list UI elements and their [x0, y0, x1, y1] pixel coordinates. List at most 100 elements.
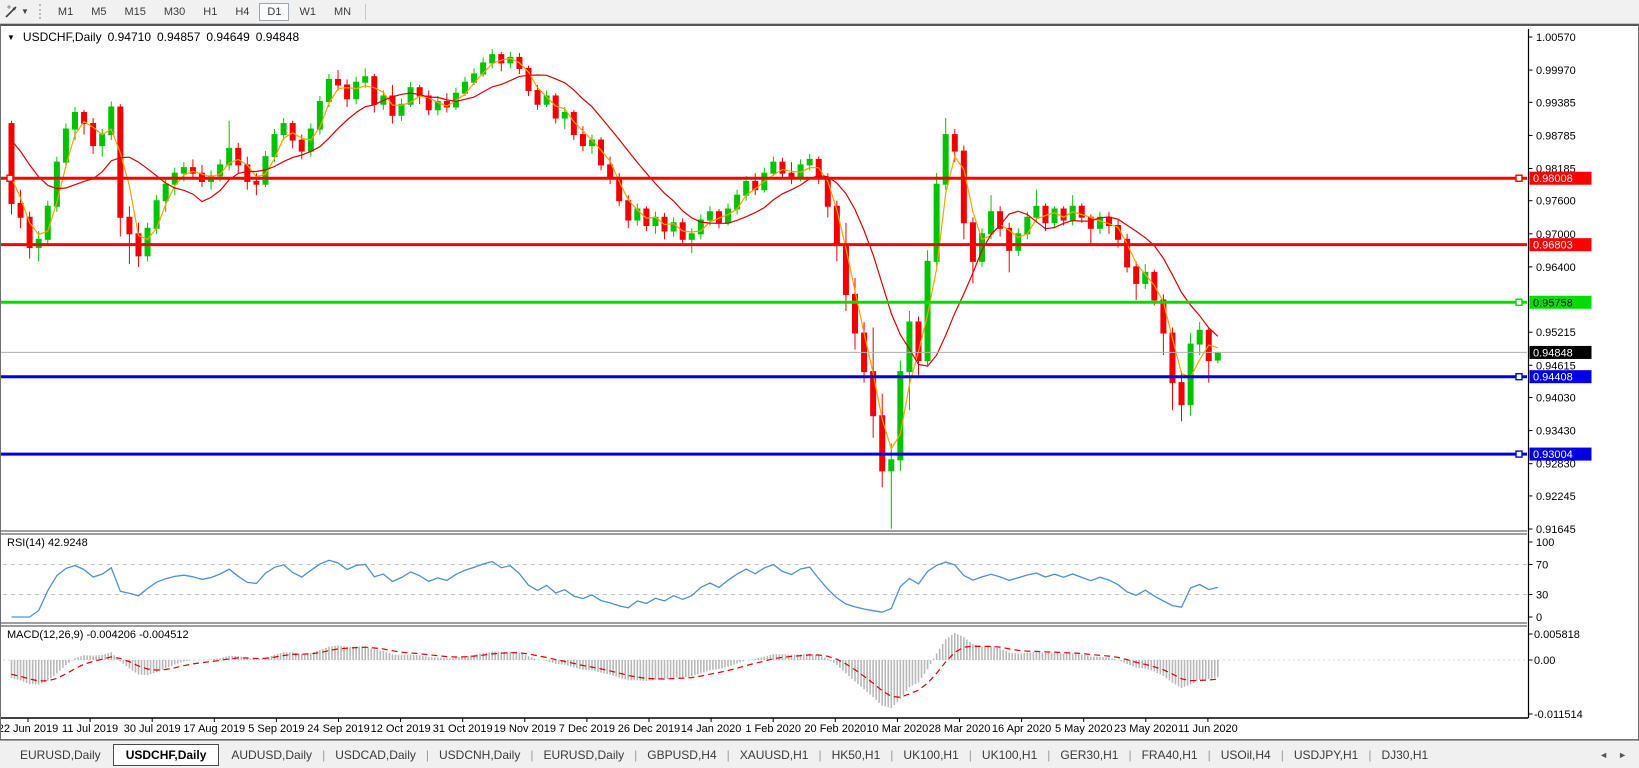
- svg-text:0.93004: 0.93004: [1533, 449, 1573, 461]
- svg-text:22 Jun 2019: 22 Jun 2019: [1, 723, 58, 735]
- tab-scroll-right-icon[interactable]: ►: [1618, 750, 1627, 760]
- ohlc-open: 0.94710: [107, 30, 151, 44]
- chart-tab-hk50-h1-8[interactable]: HK50,H1: [822, 744, 891, 766]
- svg-text:0.91645: 0.91645: [1536, 524, 1576, 536]
- crosshair-cursor-icon: [5, 5, 17, 18]
- macd-indicator-label: MACD(12,26,9) -0.004206 -0.004512: [7, 629, 189, 641]
- hline-price-label-0.96803: 0.96803: [1529, 238, 1592, 252]
- svg-text:0.96803: 0.96803: [1533, 240, 1573, 252]
- symbol-period-label: USDCHF,Daily: [22, 30, 102, 44]
- svg-text:5 May 2020: 5 May 2020: [1055, 723, 1112, 735]
- chart-tab-ger30-h1-11[interactable]: GER30,H1: [1050, 744, 1128, 766]
- svg-text:0.98785: 0.98785: [1536, 130, 1576, 142]
- svg-text:100: 100: [1536, 537, 1554, 549]
- chart-tab-usdcnh-daily-4[interactable]: USDCNH,Daily: [429, 744, 530, 766]
- hline-0.93004[interactable]: [1, 450, 1527, 458]
- svg-text:11 Jul 2019: 11 Jul 2019: [62, 723, 118, 735]
- collapse-triangle-icon[interactable]: ▼: [7, 33, 15, 42]
- ma-fast-line: [10, 57, 1218, 451]
- toolbar: ▼ M1 M5 M15 M30 H1 H4 D1 W1 MN: [0, 0, 1639, 24]
- svg-text:24 Sep 2019: 24 Sep 2019: [307, 723, 369, 735]
- ohlc-high: 0.94857: [157, 30, 201, 44]
- date-axis: 22 Jun 2019 11 Jul 2019 30 Jul 2019 17 Aug …: [1, 718, 1238, 735]
- svg-text:14 Jan 2020: 14 Jan 2020: [681, 723, 742, 735]
- svg-text:23 May 2020: 23 May 2020: [1114, 723, 1178, 735]
- svg-text:1.00570: 1.00570: [1536, 32, 1576, 44]
- svg-text:10 Mar 2020: 10 Mar 2020: [867, 723, 929, 735]
- chart-tab-fra40-h1-12[interactable]: FRA40,H1: [1132, 744, 1208, 766]
- ohlc-low: 0.94649: [206, 30, 250, 44]
- chart-tab-usoil-h4-13[interactable]: USOil,H4: [1211, 744, 1281, 766]
- chart-title: ▼ USDCHF,Daily 0.94710 0.94857 0.94649 0…: [7, 30, 299, 44]
- svg-text:30 Jul 2019: 30 Jul 2019: [124, 723, 181, 735]
- timeframe-button-m1[interactable]: M1: [50, 3, 81, 21]
- svg-text:0.94408: 0.94408: [1533, 372, 1573, 384]
- timeframe-button-h1[interactable]: H1: [195, 3, 225, 21]
- tab-scroll-left-icon[interactable]: ◄: [1599, 750, 1608, 760]
- current-price-label: 0.94848: [1529, 345, 1592, 359]
- cursor-tool-button[interactable]: ▼: [2, 3, 35, 20]
- rsi-indicator-label: RSI(14) 42.9248: [7, 537, 88, 549]
- svg-text:0.92245: 0.92245: [1536, 491, 1576, 503]
- timeframe-button-m5[interactable]: M5: [83, 3, 114, 21]
- svg-text:11 Jun 2020: 11 Jun 2020: [1178, 723, 1238, 735]
- hline-price-label-0.94408: 0.94408: [1529, 370, 1592, 384]
- svg-text:5 Sep 2019: 5 Sep 2019: [248, 723, 304, 735]
- svg-text:16 Apr 2020: 16 Apr 2020: [992, 723, 1051, 735]
- macd-pane: 0.005818 0.00 -0.011514: [3, 629, 1583, 721]
- chart-tab-uk100-h1-10[interactable]: UK100,H1: [972, 744, 1047, 766]
- chart-canvas[interactable]: 1.005700.999700.993850.987850.981850.976…: [1, 26, 1639, 738]
- tab-scroll-arrows: ◄ ►: [1599, 750, 1635, 760]
- chart-tab-usdchf-daily-1[interactable]: USDCHF,Daily: [112, 743, 220, 766]
- toolbar-separator: [365, 3, 367, 20]
- hline-price-label-0.93004: 0.93004: [1529, 447, 1592, 461]
- svg-text:7 Dec 2019: 7 Dec 2019: [559, 723, 615, 735]
- pane-frames: [1, 29, 1530, 719]
- svg-text:70: 70: [1536, 560, 1548, 572]
- chart-tabs: EURUSD,Daily USDCHF,Daily AUDUSD,Daily | USD…: [10, 741, 1438, 768]
- svg-text:28 Mar 2020: 28 Mar 2020: [929, 723, 991, 735]
- hline-0.94408[interactable]: [1, 372, 1527, 381]
- chart-tab-usdcad-daily-3[interactable]: USDCAD,Daily: [325, 744, 426, 766]
- tab-bar: EURUSD,Daily USDCHF,Daily AUDUSD,Daily | USD…: [0, 740, 1639, 768]
- svg-text:1 Feb 2020: 1 Feb 2020: [745, 723, 801, 735]
- svg-text:19 Nov 2019: 19 Nov 2019: [494, 723, 556, 735]
- chevron-down-icon[interactable]: ▼: [21, 7, 29, 16]
- svg-text:0.96400: 0.96400: [1536, 262, 1576, 274]
- application-window: ▼ M1 M5 M15 M30 H1 H4 D1 W1 MN 1.00570 0.99970 0.9…: [0, 0, 1639, 768]
- candles-layer: [8, 49, 1221, 529]
- timeframe-button-m15[interactable]: M15: [116, 3, 153, 21]
- hline-0.95758[interactable]: [1, 298, 1527, 306]
- svg-text:0.94848: 0.94848: [1533, 347, 1573, 359]
- timeframe-button-d1[interactable]: D1: [259, 2, 290, 21]
- chart-tab-gbpusd-h4-6[interactable]: GBPUSD,H4: [637, 744, 726, 766]
- ohlc-close: 0.94848: [255, 30, 300, 44]
- toolbar-grip: [38, 4, 44, 19]
- rsi-pane: 100 70 30 0: [3, 537, 1554, 624]
- svg-text:0.98008: 0.98008: [1533, 173, 1573, 185]
- timeframe-button-h4[interactable]: H4: [227, 3, 257, 21]
- chart-tab-eurusd-daily-5[interactable]: EURUSD,Daily: [533, 744, 634, 766]
- svg-text:0.95215: 0.95215: [1536, 327, 1576, 339]
- timeframe-button-m30[interactable]: M30: [156, 3, 193, 21]
- timeframe-button-mn[interactable]: MN: [326, 3, 359, 21]
- svg-text:-0.011514: -0.011514: [1534, 709, 1583, 721]
- svg-text:12 Oct 2019: 12 Oct 2019: [371, 723, 431, 735]
- svg-text:30: 30: [1536, 590, 1548, 602]
- svg-text:0: 0: [1536, 612, 1542, 624]
- svg-text:31 Oct 2019: 31 Oct 2019: [433, 723, 493, 735]
- chart-tab-audusd-daily-2[interactable]: AUDUSD,Daily: [221, 744, 322, 766]
- hline-price-label-0.98008: 0.98008: [1529, 171, 1592, 185]
- hline-price-label-0.95758: 0.95758: [1529, 295, 1592, 309]
- timeframe-button-w1[interactable]: W1: [291, 3, 324, 21]
- svg-text:0.00: 0.00: [1534, 655, 1555, 667]
- chart-tab-xauusd-h1-7[interactable]: XAUUSD,H1: [730, 744, 819, 766]
- chart-tab-usdjpy-h1-14[interactable]: USDJPY,H1: [1284, 744, 1368, 766]
- svg-text:0.94030: 0.94030: [1536, 393, 1576, 405]
- chart-tab-eurusd-daily-0[interactable]: EURUSD,Daily: [10, 744, 111, 766]
- chart-tab-dj30-h1-15[interactable]: DJ30,H1: [1371, 744, 1438, 766]
- chart-tab-uk100-h1-9[interactable]: UK100,H1: [893, 744, 968, 766]
- svg-text:0.99970: 0.99970: [1536, 65, 1576, 77]
- svg-text:17 Aug 2019: 17 Aug 2019: [183, 723, 245, 735]
- svg-text:0.97600: 0.97600: [1536, 196, 1576, 208]
